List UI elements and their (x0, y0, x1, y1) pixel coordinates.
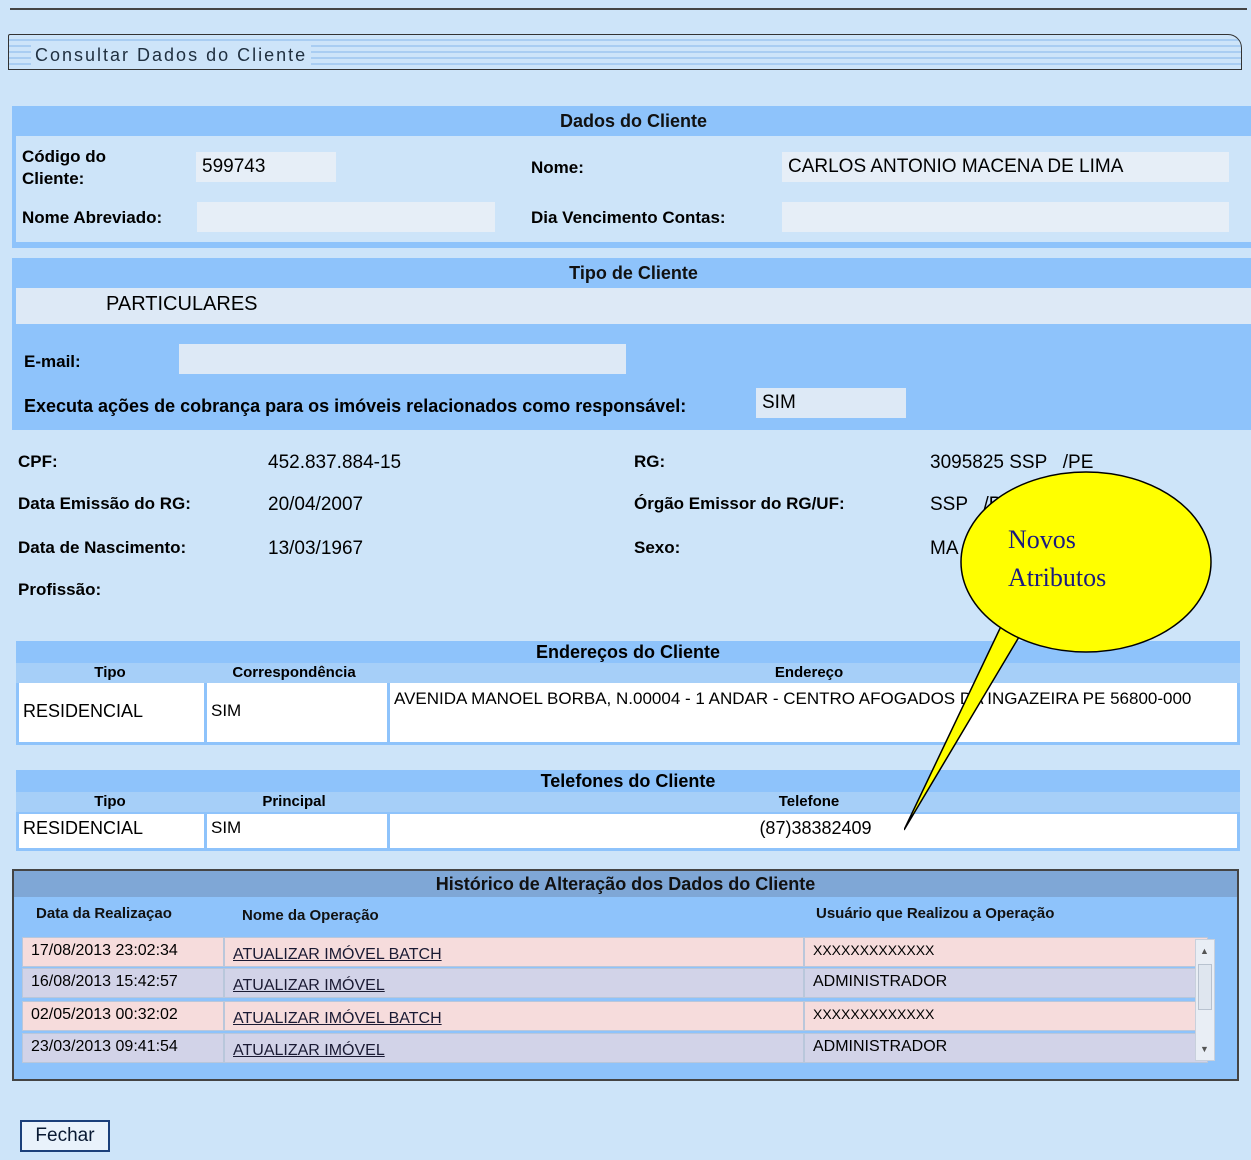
novos-atributos-callout: Novos Atributos (904, 471, 1212, 831)
historico-col-data: Data da Realizaçao (36, 905, 172, 922)
historico-usuario: XXXXXXXXXXXXX (804, 937, 1208, 967)
historico-col-operacao: Nome da Operação (242, 907, 379, 924)
historico-scrollbar[interactable]: ▲ ▼ (1195, 939, 1215, 1061)
historico-operacao-link[interactable]: ATUALIZAR IMÓVEL (224, 968, 804, 998)
email-field[interactable] (179, 344, 626, 374)
telefone-principal: SIM (207, 814, 387, 848)
vencimento-label: Dia Vencimento Contas: (531, 208, 726, 227)
fechar-button[interactable]: Fechar (20, 1120, 110, 1152)
endereco-correspondencia: SIM (207, 683, 387, 742)
table-row[interactable]: 23/03/2013 09:41:54 ATUALIZAR IMÓVEL ADM… (22, 1033, 1208, 1063)
nome-label: Nome: (531, 158, 584, 177)
tipo-cliente-value: PARTICULARES (106, 293, 258, 315)
rg-label: RG: (634, 452, 666, 471)
callout-line2: Atributos (1008, 563, 1106, 592)
nome-abreviado-field[interactable] (197, 202, 495, 232)
executa-label: Executa ações de cobrança para os imóvei… (24, 396, 687, 416)
historico-header: Histórico de Alteração dos Dados do Clie… (14, 871, 1237, 897)
scroll-up-icon[interactable]: ▲ (1200, 946, 1209, 956)
nome-field[interactable]: CARLOS ANTONIO MACENA DE LIMA (782, 152, 1229, 182)
callout-line1: Novos (1008, 525, 1076, 554)
historico-operacao-link[interactable]: ATUALIZAR IMÓVEL BATCH (224, 1001, 804, 1031)
callout-bubble (960, 471, 1212, 653)
historico-operacao-link[interactable]: ATUALIZAR IMÓVEL (224, 1033, 804, 1063)
historico-data: 17/08/2013 23:02:34 (22, 937, 224, 967)
historico-usuario: ADMINISTRADOR (804, 1033, 1208, 1063)
historico-col-usuario: Usuário que Realizou a Operação (816, 905, 1055, 922)
historico-usuario: ADMINISTRADOR (804, 968, 1208, 998)
historico-data: 23/03/2013 09:41:54 (22, 1033, 224, 1063)
profissao-label: Profissão: (18, 580, 102, 599)
data-emissao-value: 20/04/2007 (268, 494, 364, 515)
data-nascimento-value: 13/03/1967 (268, 538, 364, 559)
page-title: Consultar Dados do Cliente (31, 45, 312, 66)
top-divider (10, 8, 1247, 10)
email-label: E-mail: (24, 352, 81, 371)
scroll-down-icon[interactable]: ▼ (1200, 1044, 1209, 1054)
enderecos-col-tipo: Tipo (94, 664, 126, 681)
table-row[interactable]: 02/05/2013 00:32:02 ATUALIZAR IMÓVEL BAT… (22, 1001, 1208, 1031)
historico-operacao-link[interactable]: ATUALIZAR IMÓVEL BATCH (224, 937, 804, 967)
scrollbar-thumb[interactable] (1198, 964, 1212, 1010)
enderecos-col-correspondencia: Correspondência (232, 664, 356, 681)
vencimento-field[interactable] (782, 202, 1229, 232)
historico-table: Histórico de Alteração dos Dados do Clie… (12, 869, 1239, 1081)
codigo-label: Código do Cliente: (22, 147, 107, 188)
codigo-field[interactable]: 599743 (196, 152, 336, 182)
historico-data: 16/08/2013 15:42:57 (22, 968, 224, 998)
sexo-label: Sexo: (634, 538, 681, 557)
dados-cliente-header: Dados do Cliente (559, 111, 707, 131)
table-row[interactable]: 17/08/2013 23:02:34 ATUALIZAR IMÓVEL BAT… (22, 937, 1208, 967)
executa-field[interactable]: SIM (756, 388, 906, 418)
orgao-emissor-label: Órgão Emissor do RG/UF: (634, 494, 845, 513)
table-row[interactable]: 16/08/2013 15:42:57 ATUALIZAR IMÓVEL ADM… (22, 968, 1208, 998)
data-nascimento-label: Data de Nascimento: (18, 538, 187, 557)
page-title-bar: Consultar Dados do Cliente (8, 34, 1242, 70)
historico-usuario: XXXXXXXXXXXXX (804, 1001, 1208, 1031)
cpf-label: CPF: (18, 452, 58, 471)
dados-cliente-panel: Dados do Cliente Código do Cliente: 5997… (12, 106, 1251, 248)
data-emissao-label: Data Emissão do RG: (18, 494, 191, 513)
tipo-cliente-panel: Tipo de Cliente PARTICULARES E-mail: Exe… (12, 258, 1251, 430)
tipo-cliente-header: Tipo de Cliente (569, 263, 698, 283)
telefone-tipo: RESIDENCIAL (19, 814, 204, 848)
telefones-col-principal: Principal (262, 793, 326, 810)
cpf-value: 452.837.884-15 (268, 452, 402, 473)
telefones-col-tipo: Tipo (94, 793, 126, 810)
historico-data: 02/05/2013 00:32:02 (22, 1001, 224, 1031)
nome-abreviado-label: Nome Abreviado: (22, 208, 163, 227)
endereco-tipo: RESIDENCIAL (19, 683, 204, 742)
